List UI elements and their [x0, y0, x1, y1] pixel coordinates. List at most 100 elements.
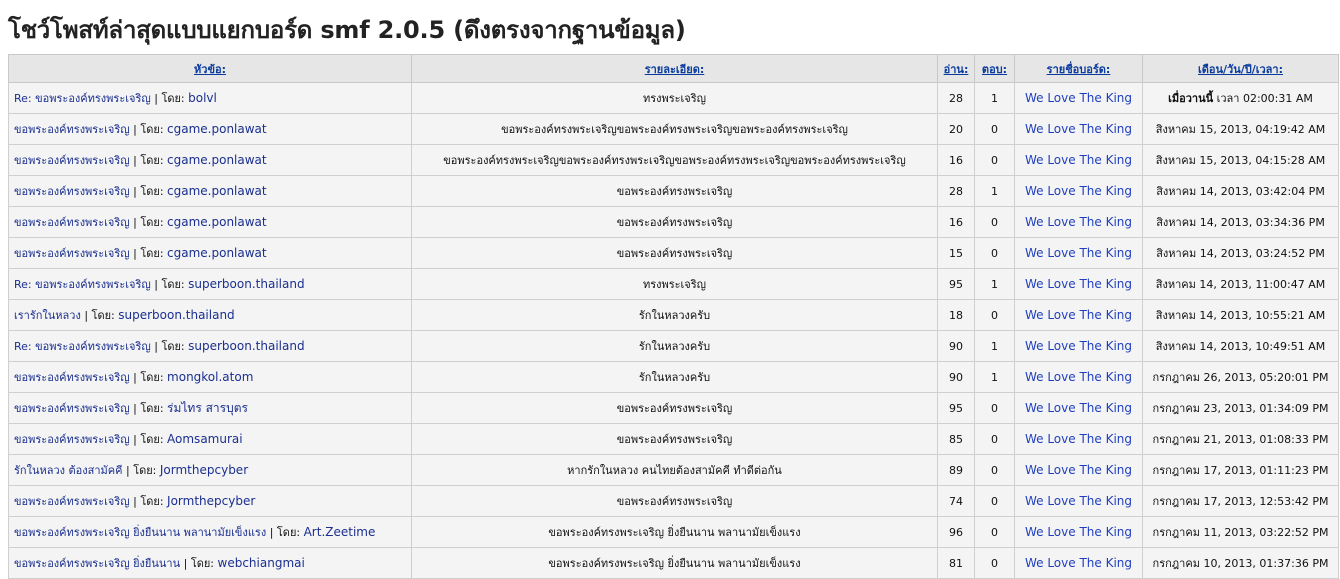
topic-link[interactable]: ขอพระองค์ทรงพระเจริญ	[14, 402, 130, 415]
replies-cell: 0	[974, 423, 1015, 455]
author-link[interactable]: bolvl	[188, 91, 217, 105]
author-link[interactable]: cgame.ponlawat	[167, 215, 267, 229]
author-link[interactable]: Art.Zeetime	[304, 525, 376, 539]
board-link[interactable]: We Love The King	[1025, 277, 1132, 291]
board-link[interactable]: We Love The King	[1025, 153, 1132, 167]
page-title: โชว์โพสท์ล่าสุดแบบแยกบอร์ด smf 2.0.5 (ดึ…	[8, 16, 686, 44]
topic-link[interactable]: ขอพระองค์ทรงพระเจริญ	[14, 433, 130, 446]
board-cell: We Love The King	[1014, 454, 1143, 486]
author-link[interactable]: superboon.thailand	[118, 308, 234, 322]
author-link[interactable]: cgame.ponlawat	[167, 246, 267, 260]
date-cell: สิงหาคม 14, 2013, 03:42:04 PM	[1142, 175, 1339, 207]
replies-cell: 0	[974, 516, 1015, 548]
board-link[interactable]: We Love The King	[1025, 122, 1132, 136]
column-header-views[interactable]: อ่าน:	[937, 54, 975, 83]
detail-cell: ขอพระองค์ทรงพระเจริญ	[411, 423, 938, 455]
author-link[interactable]: Aomsamurai	[167, 432, 243, 446]
topic-link[interactable]: เรารักในหลวง	[14, 309, 81, 322]
replies-cell: 0	[974, 299, 1015, 331]
topic-link[interactable]: ขอพระองค์ทรงพระเจริญ ยิ่งยืนนาน	[14, 557, 180, 570]
by-label: โดย:	[140, 154, 164, 167]
board-link[interactable]: We Love The King	[1025, 370, 1132, 384]
board-link[interactable]: We Love The King	[1025, 463, 1132, 477]
topic-cell: ขอพระองค์ทรงพระเจริญ | โดย: Jormthepcybe…	[8, 485, 412, 517]
board-link[interactable]: We Love The King	[1025, 184, 1132, 198]
detail-cell: รักในหลวงครับ	[411, 361, 938, 393]
board-cell: We Love The King	[1014, 113, 1143, 145]
by-label: โดย:	[276, 526, 301, 539]
column-header-detail[interactable]: รายละเอียด:	[411, 54, 938, 83]
author-link[interactable]: cgame.ponlawat	[167, 184, 267, 198]
detail-cell: รักในหลวงครับ	[411, 330, 938, 362]
author-link[interactable]: superboon.thailand	[188, 277, 304, 291]
board-link[interactable]: We Love The King	[1025, 494, 1132, 508]
detail-cell: ขอพระองค์ทรงพระเจริญ	[411, 206, 938, 238]
author-link[interactable]: cgame.ponlawat	[167, 153, 267, 167]
table-row: ขอพระองค์ทรงพระเจริญ | โดย: ร่มไทร สารบุ…	[8, 392, 1339, 424]
views-cell: 15	[937, 237, 975, 269]
board-link[interactable]: We Love The King	[1025, 432, 1132, 446]
topic-link[interactable]: ขอพระองค์ทรงพระเจริญ	[14, 495, 130, 508]
board-link[interactable]: We Love The King	[1025, 308, 1132, 322]
date-cell: สิงหาคม 14, 2013, 11:00:47 AM	[1142, 268, 1339, 300]
column-header-topic[interactable]: หัวข้อ:	[8, 54, 412, 83]
topic-link[interactable]: รักในหลวง ต้องสามัคคี	[14, 464, 122, 477]
posts-table-container: หัวข้อ: รายละเอียด: อ่าน: ตอบ: รายชื่อบอ…	[8, 54, 1339, 579]
author-link[interactable]: webchiangmai	[218, 556, 305, 570]
date-text: กรกฎาคม 17, 2013, 12:53:42 PM	[1152, 495, 1329, 508]
board-link[interactable]: We Love The King	[1025, 556, 1132, 570]
topic-link[interactable]: ขอพระองค์ทรงพระเจริญ	[14, 154, 130, 167]
author-link[interactable]: mongkol.atom	[167, 370, 253, 384]
topic-link[interactable]: Re: ขอพระองค์ทรงพระเจริญ	[14, 278, 151, 291]
table-row: ขอพระองค์ทรงพระเจริญ | โดย: cgame.ponlaw…	[8, 206, 1339, 238]
topic-link[interactable]: Re: ขอพระองค์ทรงพระเจริญ	[14, 92, 151, 105]
date-prefix: เมื่อวานนี้	[1168, 92, 1214, 105]
author-link[interactable]: Jormthepcyber	[160, 463, 248, 477]
by-label: โดย:	[161, 278, 185, 291]
column-header-board[interactable]: รายชื่อบอร์ด:	[1014, 54, 1143, 83]
by-label: โดย:	[140, 371, 164, 384]
date-cell: สิงหาคม 14, 2013, 10:55:21 AM	[1142, 299, 1339, 331]
table-row: Re: ขอพระองค์ทรงพระเจริญ | โดย: superboo…	[8, 330, 1339, 362]
date-text: กรกฎาคม 26, 2013, 05:20:01 PM	[1152, 371, 1329, 384]
board-cell: We Love The King	[1014, 175, 1143, 207]
column-header-replies[interactable]: ตอบ:	[974, 54, 1015, 83]
views-cell: 95	[937, 392, 975, 424]
by-label: โดย:	[133, 464, 157, 477]
by-label: โดย:	[91, 309, 115, 322]
topic-link[interactable]: ขอพระองค์ทรงพระเจริญ ยิ่งยืนนาน พลานามัย…	[14, 526, 266, 539]
author-link[interactable]: ร่มไทร สารบุตร	[167, 401, 248, 415]
board-link[interactable]: We Love The King	[1025, 401, 1132, 415]
column-header-date[interactable]: เดือน/วัน/ปี/เวลา:	[1142, 54, 1339, 83]
by-label: โดย:	[161, 340, 185, 353]
date-cell: กรกฎาคม 11, 2013, 03:22:52 PM	[1142, 516, 1339, 548]
board-link[interactable]: We Love The King	[1025, 91, 1132, 105]
board-link[interactable]: We Love The King	[1025, 215, 1132, 229]
date-cell: สิงหาคม 14, 2013, 10:49:51 AM	[1142, 330, 1339, 362]
author-link[interactable]: Jormthepcyber	[167, 494, 255, 508]
date-text: สิงหาคม 14, 2013, 03:42:04 PM	[1156, 185, 1325, 198]
author-link[interactable]: superboon.thailand	[188, 339, 304, 353]
views-cell: 90	[937, 361, 975, 393]
board-link[interactable]: We Love The King	[1025, 339, 1132, 353]
topic-cell: ขอพระองค์ทรงพระเจริญ | โดย: mongkol.atom	[8, 361, 412, 393]
topic-link[interactable]: ขอพระองค์ทรงพระเจริญ	[14, 123, 130, 136]
date-text: สิงหาคม 14, 2013, 03:34:36 PM	[1156, 216, 1325, 229]
date-cell: กรกฎาคม 10, 2013, 01:37:36 PM	[1142, 547, 1339, 579]
topic-link[interactable]: ขอพระองค์ทรงพระเจริญ	[14, 371, 130, 384]
author-link[interactable]: cgame.ponlawat	[167, 122, 267, 136]
topic-link[interactable]: ขอพระองค์ทรงพระเจริญ	[14, 216, 130, 229]
detail-cell: ขอพระองค์ทรงพระเจริญ ยิ่งยืนนาน พลานามัย…	[411, 516, 938, 548]
topic-link[interactable]: ขอพระองค์ทรงพระเจริญ	[14, 247, 130, 260]
detail-cell: ทรงพระเจริญ	[411, 82, 938, 114]
topic-link[interactable]: ขอพระองค์ทรงพระเจริญ	[14, 185, 130, 198]
topic-link[interactable]: Re: ขอพระองค์ทรงพระเจริญ	[14, 340, 151, 353]
replies-cell: 0	[974, 454, 1015, 486]
board-link[interactable]: We Love The King	[1025, 525, 1132, 539]
by-label: โดย:	[140, 185, 164, 198]
replies-cell: 0	[974, 144, 1015, 176]
date-text: สิงหาคม 14, 2013, 11:00:47 AM	[1155, 278, 1326, 291]
board-cell: We Love The King	[1014, 144, 1143, 176]
date-text: สิงหาคม 14, 2013, 03:24:52 PM	[1156, 247, 1325, 260]
board-link[interactable]: We Love The King	[1025, 246, 1132, 260]
